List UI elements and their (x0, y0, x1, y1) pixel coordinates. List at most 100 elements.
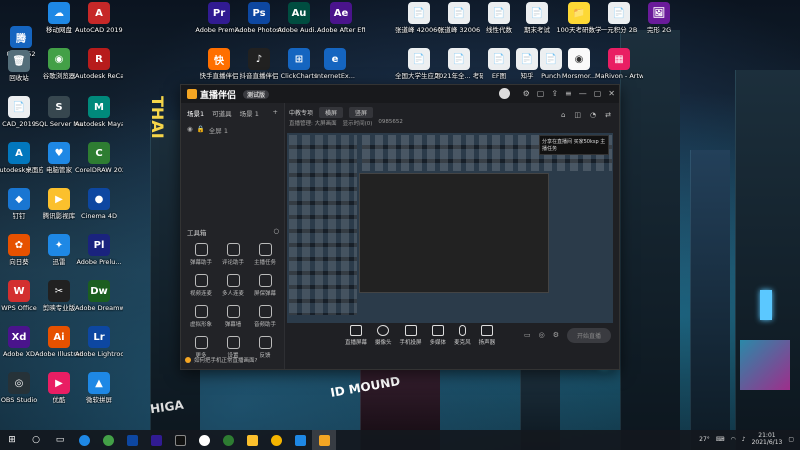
tool-video-link[interactable]: 视频连麦 (185, 274, 217, 297)
desktop-icon-label: Adobe Dreamwe... (75, 304, 123, 312)
search-icon[interactable]: ○ (24, 430, 48, 450)
source-speaker[interactable]: 扬声器 (479, 324, 495, 346)
premiere-icon[interactable] (144, 430, 168, 450)
tool-danmu[interactable]: 弹幕助手 (185, 243, 217, 266)
phone-stream-hint[interactable]: 如何把手机正常直播画面? (185, 356, 257, 364)
desktop-icon-label: 期末考试 (524, 26, 550, 34)
desktop-icon[interactable]: C CorelDRAW 2020 (64... (75, 142, 123, 174)
thunder-icon[interactable] (288, 430, 312, 450)
desktop-icon-label: OBS Studio (0, 396, 38, 404)
desktop-icon-label: Morsmor... (561, 72, 597, 80)
minimize-icon[interactable]: — (579, 89, 587, 98)
speaker-icon (480, 324, 493, 336)
share-icon[interactable]: ⇄ (605, 111, 611, 119)
volume-icon[interactable]: ♪ (742, 436, 746, 443)
chrome-icon[interactable] (96, 430, 120, 450)
landscape-button[interactable]: 横屏 (319, 107, 344, 118)
desktop-icon-label: 抖音直播伴侣 (239, 72, 279, 80)
stream-category[interactable]: 中教专项 (289, 108, 313, 117)
beauty-icon[interactable]: ◎ (539, 331, 545, 339)
player-icon[interactable] (240, 430, 264, 450)
notification-icon[interactable]: ▢ (788, 436, 794, 443)
desktop-icon[interactable]: Ae Adobe After Effects CC... (317, 2, 365, 34)
chat-icon[interactable]: ▢ (537, 89, 545, 98)
maya-icon: M (88, 96, 110, 118)
tool-tasks[interactable]: 主播任务 (249, 243, 281, 266)
window-controls: ⚙ ▢ ⇪ ≡ — ▢ ✕ (498, 88, 615, 99)
tool-multi-link[interactable]: 多人连麦 (217, 274, 249, 297)
streaming-app-icon[interactable] (312, 430, 336, 450)
user-avatar[interactable] (498, 88, 510, 99)
folder-icon: 📁 (568, 2, 590, 24)
scene-tabs: 场景1 可道具 场景 1 + (181, 103, 284, 123)
desktop-icon-label: 移动网盘 (46, 26, 72, 34)
maximize-icon[interactable]: ▢ (594, 89, 602, 98)
desktop-icon[interactable]: 📄 期末考试 (514, 2, 560, 34)
more-icon (194, 336, 208, 349)
desktop-icon[interactable]: ▦ MaRivon - Artwork... (595, 48, 643, 80)
gift-icon[interactable]: ◫ (574, 111, 581, 119)
record-icon[interactable]: ▭ (524, 331, 531, 339)
toolbox-toggle-icon[interactable]: ○ (273, 227, 279, 237)
tab-scene[interactable]: 场景1 (187, 108, 204, 118)
task-view-icon[interactable]: ▭ (48, 430, 72, 450)
photoshop-icon[interactable] (120, 430, 144, 450)
menu-icon[interactable]: ≡ (565, 89, 572, 98)
desktop-icon[interactable]: Pl Adobe Prelu... (76, 234, 122, 266)
tool-audio[interactable]: 音频助手 (249, 305, 281, 328)
desktop-icon[interactable]: Dw Adobe Dreamwe... (75, 280, 123, 312)
document-icon: 📄 (408, 2, 430, 24)
desktop-icon[interactable]: Lr Adobe Lightroo... (75, 326, 123, 358)
show-time[interactable]: 显示时间(0) (343, 119, 373, 127)
start-live-button[interactable]: 开始直播 (566, 327, 611, 343)
lock-icon[interactable]: 🔒 (197, 125, 205, 135)
desktop-icon[interactable]: 🗑 回收站 (0, 50, 42, 82)
stream-preview[interactable]: 分享在直播间 买家50ksp 主播任务 (287, 133, 613, 323)
desktop-icon[interactable]: ● Cinema 4D (76, 188, 122, 220)
weather-badge[interactable]: 27° (699, 436, 710, 443)
tool-screen-danmu[interactable]: 屏保弹幕 (249, 274, 281, 297)
source-screen[interactable]: 直播屏幕 (345, 324, 367, 346)
desktop-icon[interactable]: 🖼 完形 2G (636, 2, 682, 34)
scene-source-row[interactable]: ◉ 🔒 全屏 1 (181, 123, 284, 137)
stream-options: 中教专项 横屏 竖屏 (289, 107, 374, 118)
config-icon[interactable]: ⚙ (553, 331, 559, 339)
wechat-icon[interactable] (216, 430, 240, 450)
capcut-icon[interactable] (168, 430, 192, 450)
eye-icon[interactable]: ◉ (187, 125, 193, 135)
tool-danmu-wall[interactable]: 弹幕墙 (217, 305, 249, 328)
desktop-icon[interactable]: ▲ 微软拼屏 (76, 372, 122, 404)
source-phone[interactable]: 手机投屏 (400, 324, 422, 346)
keyboard-icon[interactable]: ⌨ (716, 436, 725, 443)
kuaishou-icon: 快 (208, 48, 230, 70)
cart-icon[interactable]: ⌂ (561, 111, 565, 119)
bell-icon[interactable]: ◔ (590, 111, 596, 119)
chrome-alt-icon[interactable] (264, 430, 288, 450)
close-icon[interactable]: ✕ (608, 89, 615, 98)
wps-icon: W (8, 280, 30, 302)
tab-scene-1[interactable]: 场景 1 (240, 108, 259, 118)
desktop-icon[interactable]: A AutoCAD 2019 - (75, 2, 123, 34)
wifi-icon[interactable]: ◠ (730, 436, 735, 443)
stream-mode[interactable]: 直播管理: 大屏画面 (289, 119, 337, 127)
settings-icon[interactable]: ⚙ (523, 89, 530, 98)
tool-comment[interactable]: 评论助手 (217, 243, 249, 266)
source-camera[interactable]: 摄像头 (375, 324, 392, 346)
portrait-button[interactable]: 竖屏 (349, 107, 374, 118)
phone-icon (404, 324, 417, 336)
add-scene-icon[interactable]: + (273, 108, 278, 118)
tab-props[interactable]: 可道具 (212, 108, 232, 118)
prelude-icon: Pl (88, 234, 110, 256)
qq-icon[interactable] (192, 430, 216, 450)
desktop-icon[interactable]: Au Adobe Audi... (276, 2, 322, 34)
clock[interactable]: 21:01 2021/6/13 (752, 432, 783, 446)
edge-icon[interactable] (72, 430, 96, 450)
tool-avatar[interactable]: 虚拟形象 (185, 305, 217, 328)
share-icon[interactable]: ⇪ (551, 89, 558, 98)
desktop-icon[interactable]: e InternetEx... (312, 48, 358, 80)
desktop-icon[interactable]: R Autodesk ReCap (75, 48, 123, 80)
source-media[interactable]: 多媒体 (430, 324, 446, 346)
start-icon[interactable]: ⊞ (0, 430, 24, 450)
desktop-icon[interactable]: M Autodesk Maya (75, 96, 123, 128)
source-mic[interactable]: 麦克风 (454, 324, 471, 346)
